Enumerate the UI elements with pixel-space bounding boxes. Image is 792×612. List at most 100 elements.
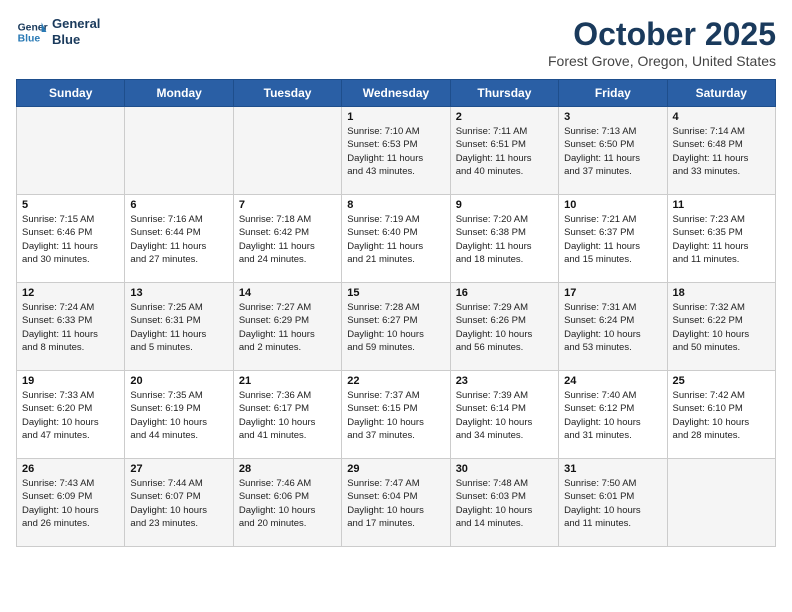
- day-number: 21: [239, 375, 336, 387]
- week-row-5: 26Sunrise: 7:43 AM Sunset: 6:09 PM Dayli…: [17, 459, 776, 547]
- day-number: 9: [456, 199, 553, 211]
- week-row-3: 12Sunrise: 7:24 AM Sunset: 6:33 PM Dayli…: [17, 283, 776, 371]
- month-title: October 2025: [548, 16, 776, 53]
- calendar-table: SundayMondayTuesdayWednesdayThursdayFrid…: [16, 79, 776, 547]
- day-info: Sunrise: 7:25 AM Sunset: 6:31 PM Dayligh…: [130, 301, 227, 354]
- day-number: 22: [347, 375, 444, 387]
- day-cell-21: 21 Sunrise: 7:36 AM Sunset: 6:17 PM Dayli…: [233, 371, 341, 459]
- day-number: 16: [456, 287, 553, 299]
- day-info: Sunrise: 7:35 AM Sunset: 6:19 PM Dayligh…: [130, 389, 227, 442]
- day-number: 6: [130, 199, 227, 211]
- day-info: Sunrise: 7:50 AM Sunset: 6:01 PM Dayligh…: [564, 477, 661, 530]
- day-number: 3: [564, 111, 661, 123]
- day-info: Sunrise: 7:20 AM Sunset: 6:38 PM Dayligh…: [456, 213, 553, 266]
- day-info: Sunrise: 7:21 AM Sunset: 6:37 PM Dayligh…: [564, 213, 661, 266]
- day-number: 1: [347, 111, 444, 123]
- day-cell-23: 23 Sunrise: 7:39 AM Sunset: 6:14 PM Dayli…: [450, 371, 558, 459]
- location: Forest Grove, Oregon, United States: [548, 53, 776, 69]
- day-info: Sunrise: 7:29 AM Sunset: 6:26 PM Dayligh…: [456, 301, 553, 354]
- day-number: 2: [456, 111, 553, 123]
- day-cell-6: 6 Sunrise: 7:16 AM Sunset: 6:44 PM Daylig…: [125, 195, 233, 283]
- weekday-header-sunday: Sunday: [17, 80, 125, 107]
- day-cell-20: 20 Sunrise: 7:35 AM Sunset: 6:19 PM Dayli…: [125, 371, 233, 459]
- day-number: 19: [22, 375, 119, 387]
- day-info: Sunrise: 7:32 AM Sunset: 6:22 PM Dayligh…: [673, 301, 770, 354]
- day-info: Sunrise: 7:23 AM Sunset: 6:35 PM Dayligh…: [673, 213, 770, 266]
- day-info: Sunrise: 7:16 AM Sunset: 6:44 PM Dayligh…: [130, 213, 227, 266]
- day-cell-5: 5Sunrise: 7:15 AM Sunset: 6:46 PM Daylig…: [17, 195, 125, 283]
- day-info: Sunrise: 7:46 AM Sunset: 6:06 PM Dayligh…: [239, 477, 336, 530]
- day-number: 10: [564, 199, 661, 211]
- logo: General Blue General Blue: [16, 16, 100, 48]
- days-header-row: SundayMondayTuesdayWednesdayThursdayFrid…: [17, 80, 776, 107]
- week-row-2: 5Sunrise: 7:15 AM Sunset: 6:46 PM Daylig…: [17, 195, 776, 283]
- day-cell-27: 27 Sunrise: 7:44 AM Sunset: 6:07 PM Dayli…: [125, 459, 233, 547]
- day-cell-4: 4 Sunrise: 7:14 AM Sunset: 6:48 PM Daylig…: [667, 107, 775, 195]
- day-info: Sunrise: 7:39 AM Sunset: 6:14 PM Dayligh…: [456, 389, 553, 442]
- day-cell-15: 15 Sunrise: 7:28 AM Sunset: 6:27 PM Dayli…: [342, 283, 450, 371]
- day-info: Sunrise: 7:18 AM Sunset: 6:42 PM Dayligh…: [239, 213, 336, 266]
- day-cell-24: 24Sunrise: 7:40 AM Sunset: 6:12 PM Dayli…: [559, 371, 667, 459]
- day-number: 29: [347, 463, 444, 475]
- day-number: 8: [347, 199, 444, 211]
- weekday-header-tuesday: Tuesday: [233, 80, 341, 107]
- day-info: Sunrise: 7:47 AM Sunset: 6:04 PM Dayligh…: [347, 477, 444, 530]
- day-number: 28: [239, 463, 336, 475]
- day-cell-31: 31Sunrise: 7:50 AM Sunset: 6:01 PM Dayli…: [559, 459, 667, 547]
- day-number: 20: [130, 375, 227, 387]
- day-number: 30: [456, 463, 553, 475]
- day-number: 12: [22, 287, 119, 299]
- day-number: 27: [130, 463, 227, 475]
- day-number: 13: [130, 287, 227, 299]
- day-cell-19: 19 Sunrise: 7:33 AM Sunset: 6:20 PM Dayli…: [17, 371, 125, 459]
- day-info: Sunrise: 7:43 AM Sunset: 6:09 PM Dayligh…: [22, 477, 119, 530]
- weekday-header-monday: Monday: [125, 80, 233, 107]
- day-cell-10: 10 Sunrise: 7:21 AM Sunset: 6:37 PM Dayli…: [559, 195, 667, 283]
- day-number: 15: [347, 287, 444, 299]
- day-cell-13: 13 Sunrise: 7:25 AM Sunset: 6:31 PM Dayli…: [125, 283, 233, 371]
- logo-text: General Blue: [52, 16, 100, 47]
- day-cell-3: 3 Sunrise: 7:13 AM Sunset: 6:50 PM Daylig…: [559, 107, 667, 195]
- week-row-4: 19 Sunrise: 7:33 AM Sunset: 6:20 PM Dayli…: [17, 371, 776, 459]
- empty-cell: [125, 107, 233, 195]
- svg-text:Blue: Blue: [18, 34, 41, 45]
- day-number: 4: [673, 111, 770, 123]
- day-cell-26: 26Sunrise: 7:43 AM Sunset: 6:09 PM Dayli…: [17, 459, 125, 547]
- empty-cell: [667, 459, 775, 547]
- weekday-header-saturday: Saturday: [667, 80, 775, 107]
- day-info: Sunrise: 7:36 AM Sunset: 6:17 PM Dayligh…: [239, 389, 336, 442]
- day-info: Sunrise: 7:10 AM Sunset: 6:53 PM Dayligh…: [347, 125, 444, 178]
- day-cell-1: 1 Sunrise: 7:10 AM Sunset: 6:53 PM Daylig…: [342, 107, 450, 195]
- day-number: 18: [673, 287, 770, 299]
- day-info: Sunrise: 7:31 AM Sunset: 6:24 PM Dayligh…: [564, 301, 661, 354]
- day-number: 25: [673, 375, 770, 387]
- weekday-header-friday: Friday: [559, 80, 667, 107]
- day-info: Sunrise: 7:19 AM Sunset: 6:40 PM Dayligh…: [347, 213, 444, 266]
- day-cell-28: 28 Sunrise: 7:46 AM Sunset: 6:06 PM Dayli…: [233, 459, 341, 547]
- day-number: 23: [456, 375, 553, 387]
- day-cell-7: 7 Sunrise: 7:18 AM Sunset: 6:42 PM Daylig…: [233, 195, 341, 283]
- day-info: Sunrise: 7:40 AM Sunset: 6:12 PM Dayligh…: [564, 389, 661, 442]
- day-number: 5: [22, 199, 119, 211]
- empty-cell: [17, 107, 125, 195]
- day-info: Sunrise: 7:33 AM Sunset: 6:20 PM Dayligh…: [22, 389, 119, 442]
- week-row-1: 1 Sunrise: 7:10 AM Sunset: 6:53 PM Daylig…: [17, 107, 776, 195]
- day-cell-2: 2 Sunrise: 7:11 AM Sunset: 6:51 PM Daylig…: [450, 107, 558, 195]
- day-info: Sunrise: 7:44 AM Sunset: 6:07 PM Dayligh…: [130, 477, 227, 530]
- day-info: Sunrise: 7:28 AM Sunset: 6:27 PM Dayligh…: [347, 301, 444, 354]
- day-info: Sunrise: 7:11 AM Sunset: 6:51 PM Dayligh…: [456, 125, 553, 178]
- day-cell-8: 8 Sunrise: 7:19 AM Sunset: 6:40 PM Daylig…: [342, 195, 450, 283]
- day-cell-29: 29 Sunrise: 7:47 AM Sunset: 6:04 PM Dayli…: [342, 459, 450, 547]
- day-cell-25: 25 Sunrise: 7:42 AM Sunset: 6:10 PM Dayli…: [667, 371, 775, 459]
- day-info: Sunrise: 7:14 AM Sunset: 6:48 PM Dayligh…: [673, 125, 770, 178]
- day-number: 7: [239, 199, 336, 211]
- logo-icon: General Blue: [16, 16, 48, 48]
- day-info: Sunrise: 7:42 AM Sunset: 6:10 PM Dayligh…: [673, 389, 770, 442]
- page-header: General Blue General Blue October 2025 F…: [16, 16, 776, 69]
- day-number: 17: [564, 287, 661, 299]
- day-info: Sunrise: 7:48 AM Sunset: 6:03 PM Dayligh…: [456, 477, 553, 530]
- day-info: Sunrise: 7:13 AM Sunset: 6:50 PM Dayligh…: [564, 125, 661, 178]
- day-cell-22: 22Sunrise: 7:37 AM Sunset: 6:15 PM Dayli…: [342, 371, 450, 459]
- day-cell-30: 30 Sunrise: 7:48 AM Sunset: 6:03 PM Dayli…: [450, 459, 558, 547]
- day-info: Sunrise: 7:27 AM Sunset: 6:29 PM Dayligh…: [239, 301, 336, 354]
